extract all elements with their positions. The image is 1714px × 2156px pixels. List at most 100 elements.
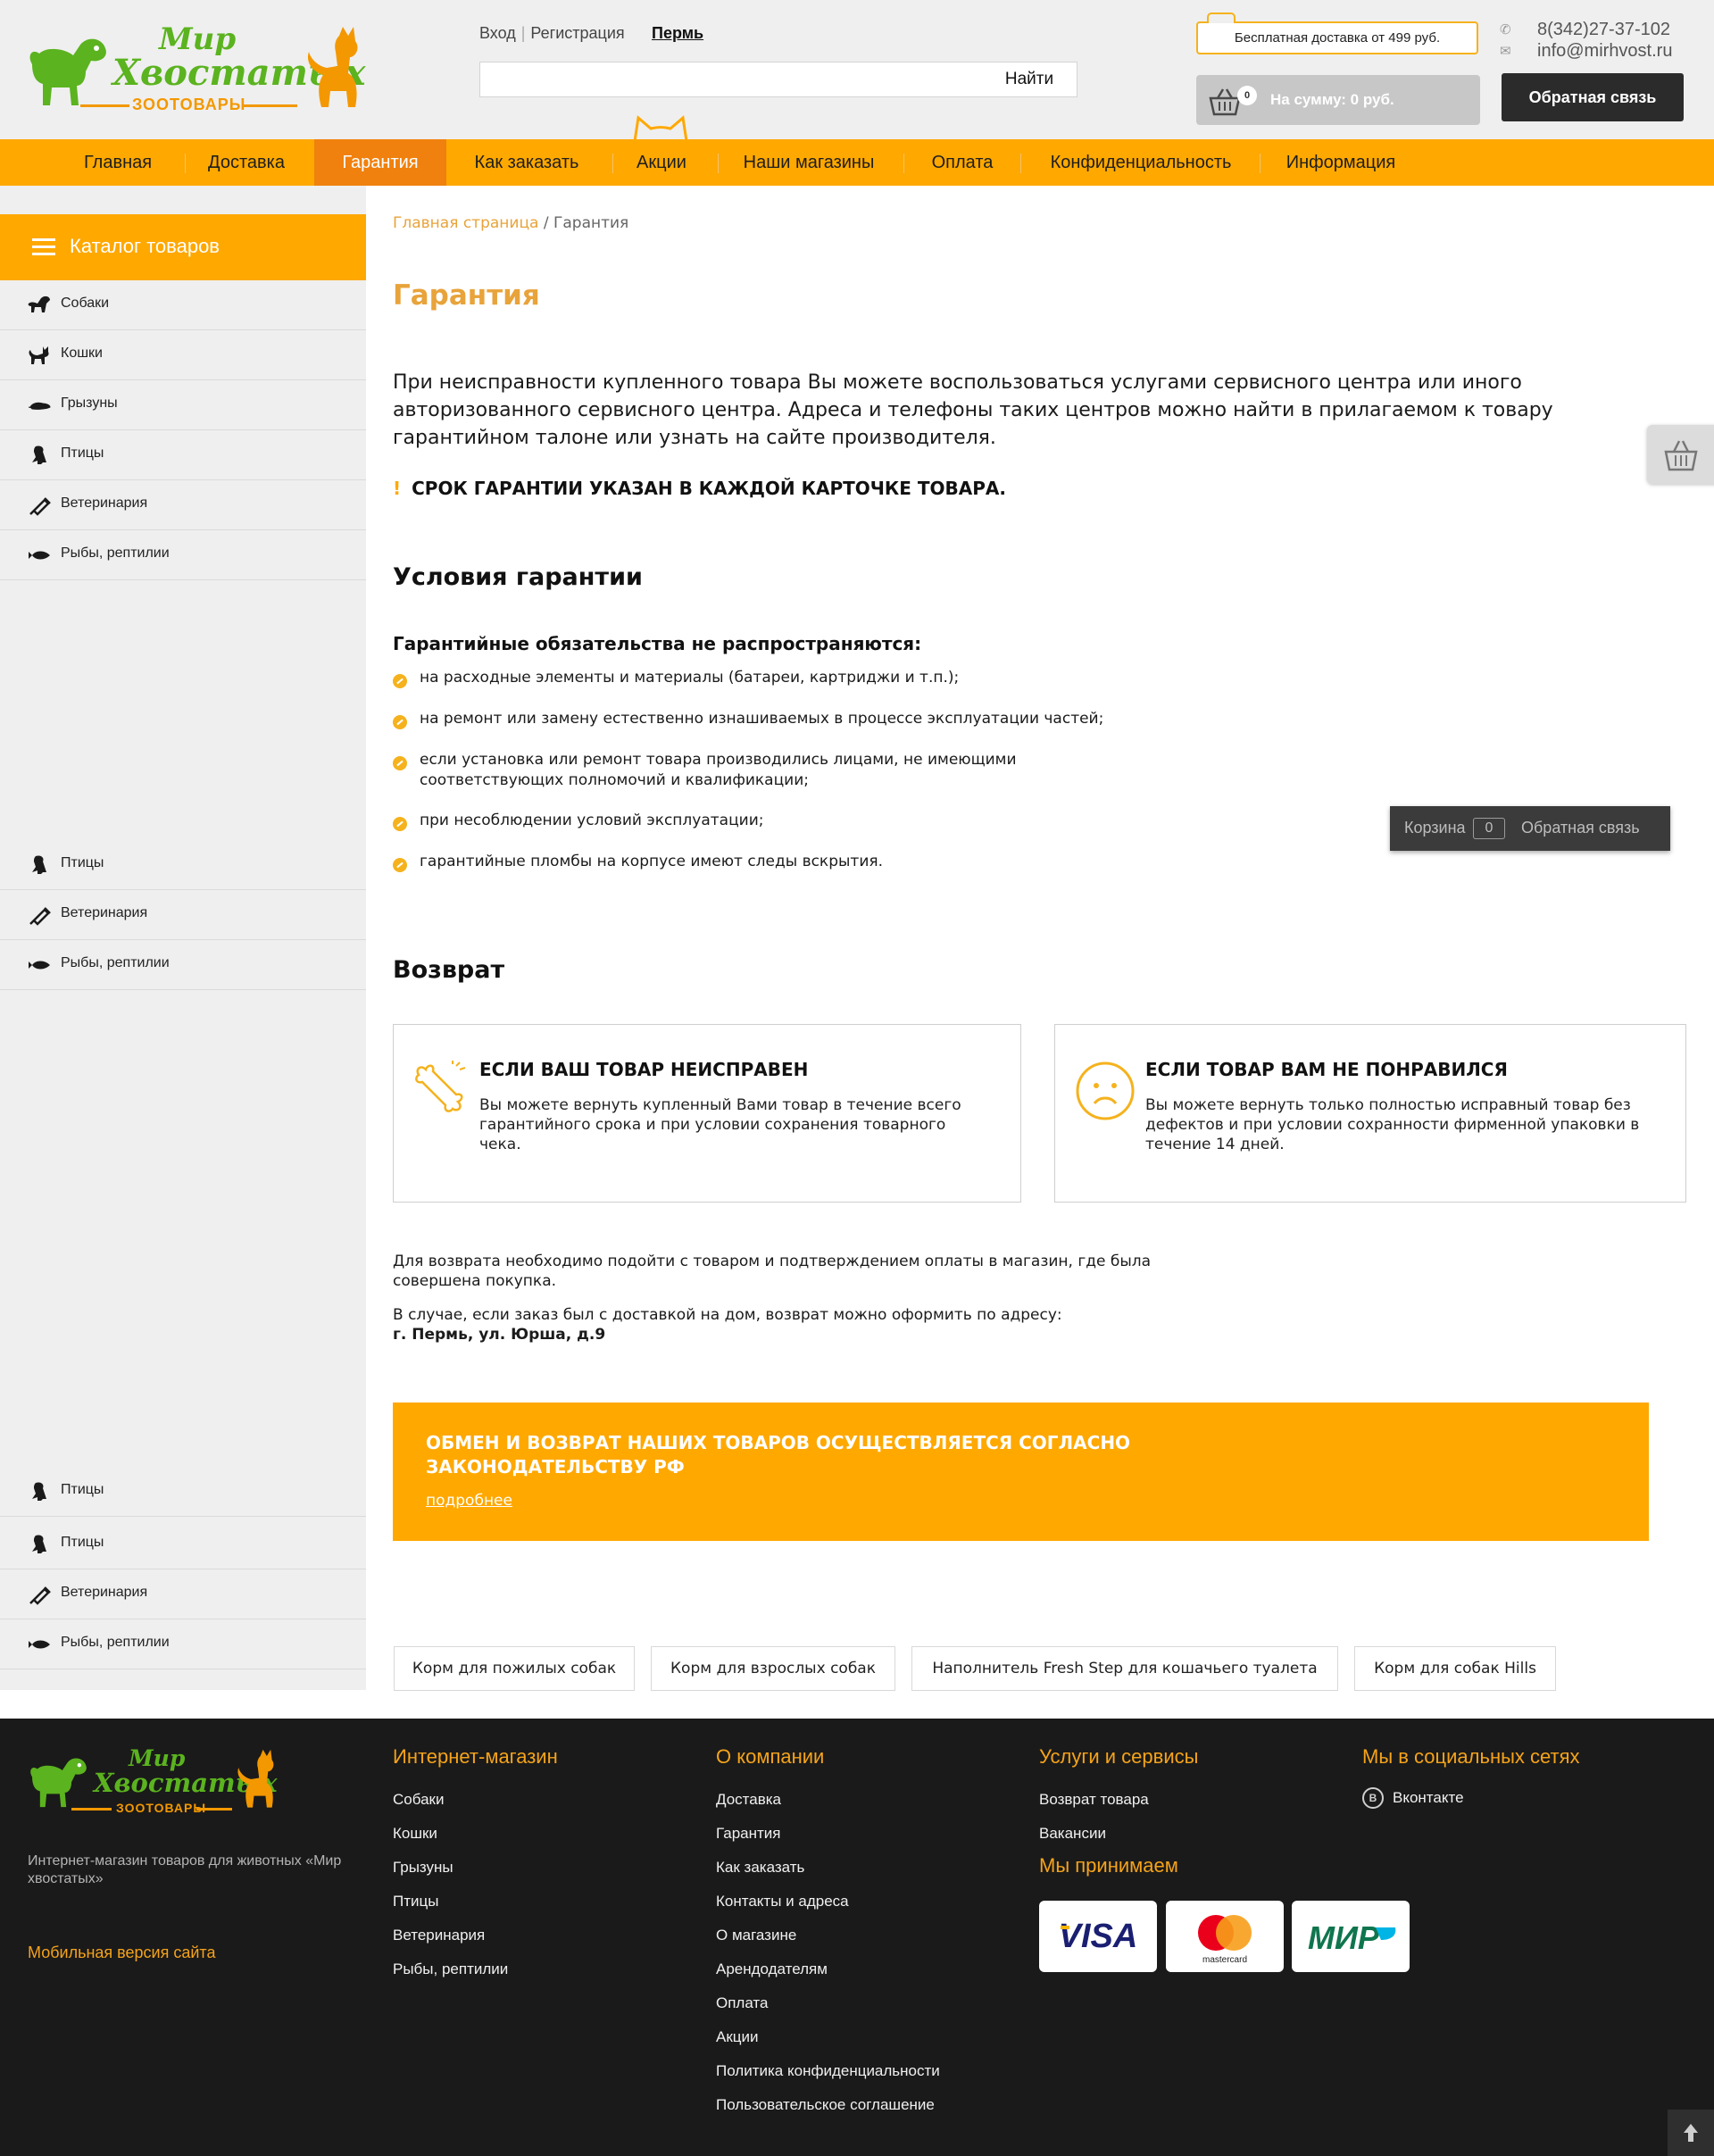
- footer-link[interactable]: Политика конфиденциальности: [716, 2054, 940, 2088]
- nav-divider: [612, 154, 613, 173]
- footer-link[interactable]: Арендодателям: [716, 1952, 940, 1986]
- footer-link[interactable]: Рыбы, рептилии: [393, 1952, 558, 1986]
- footer-link[interactable]: Грызуны: [393, 1851, 558, 1885]
- footer-link[interactable]: Контакты и адреса: [716, 1885, 940, 1919]
- site-logo[interactable]: Мир Хвостатых ЗООТОВАРЫ: [25, 20, 369, 118]
- sidebar-item-birds[interactable]: Птицы: [0, 1467, 366, 1517]
- return-info-text: Для возврата необходимо подойти с товаро…: [393, 1253, 1152, 1290]
- syringe-icon: [29, 497, 51, 516]
- sidebar-item-rodents[interactable]: Грызуны: [0, 380, 366, 430]
- mir-icon: МИР: [1308, 1919, 1396, 1956]
- site-header: Мир Хвостатых ЗООТОВАРЫ Вход | Регистрация…: [0, 0, 1714, 139]
- nav-item-dostavka[interactable]: Доставка: [195, 139, 298, 186]
- phone-icon: ✆: [1500, 22, 1511, 37]
- sidebar-item-fish[interactable]: Рыбы, рептилии: [0, 1619, 366, 1669]
- list-item-text: на расходные элементы и материалы (батар…: [420, 669, 960, 687]
- city-selector[interactable]: Пермь: [652, 24, 703, 43]
- logo-text-zootovary: ЗООТОВАРЫ: [116, 1801, 207, 1815]
- mobile-version-link[interactable]: Мобильная версия сайта: [28, 1944, 215, 1962]
- floating-cart-link[interactable]: Корзина: [1404, 819, 1466, 837]
- nav-item-informaciya[interactable]: Информация: [1271, 139, 1410, 186]
- catalog-title: Каталог товаров: [70, 235, 220, 257]
- phone-number[interactable]: 8(342)27-37-102: [1537, 20, 1670, 39]
- free-shipping-badge: Бесплатная доставка от 499 руб.: [1196, 12, 1478, 54]
- sidebar-item-birds[interactable]: Птицы: [0, 430, 366, 480]
- catalog-toggle[interactable]: Каталог товаров: [0, 214, 366, 280]
- sidebar-item-label: Рыбы, рептилии: [61, 545, 170, 561]
- nav-item-konfidencialnost[interactable]: Конфиденциальность: [1032, 139, 1250, 186]
- sidebar-item-veterinary[interactable]: Ветеринария: [0, 890, 366, 940]
- footer-link[interactable]: Кошки: [393, 1817, 558, 1851]
- footer-link[interactable]: Птицы: [393, 1885, 558, 1919]
- email-link[interactable]: info@mirhvost.ru: [1537, 41, 1672, 61]
- search-button[interactable]: Найти: [982, 62, 1077, 96]
- footer-link[interactable]: Ветеринария: [393, 1919, 558, 1952]
- logo-underline-left: [71, 1808, 112, 1811]
- bird-icon: [32, 1535, 46, 1553]
- header-cart[interactable]: 0 На сумму: 0 руб.: [1196, 75, 1480, 125]
- sidebar-item-label: Птицы: [61, 855, 104, 870]
- footer-link[interactable]: Оплата: [716, 1986, 940, 2020]
- nav-item-oplata[interactable]: Оплата: [914, 139, 1011, 186]
- list-item-text: гарантийные пломбы на корпусе имеют след…: [420, 853, 883, 870]
- footer-column-title: Интернет-магазин: [393, 1745, 558, 1768]
- sidebar-item-fish[interactable]: Рыбы, рептилии: [0, 530, 366, 580]
- footer-link[interactable]: Акции: [716, 2020, 940, 2054]
- floating-feedback-link[interactable]: Обратная связь: [1521, 819, 1640, 837]
- footer-link[interactable]: Возврат товара: [1039, 1783, 1198, 1817]
- sidebar-item-birds[interactable]: Птицы: [0, 1519, 366, 1569]
- sidebar-item-dogs[interactable]: Собаки: [0, 280, 366, 330]
- footer-column-title: О компании: [716, 1745, 825, 1768]
- note-text: СРОК ГАРАНТИИ УКАЗАН В КАЖДОЙ КАРТОЧКЕ Т…: [412, 478, 1006, 499]
- scroll-to-top-button[interactable]: [1668, 2110, 1714, 2156]
- auth-links: Вход | Регистрация Пермь: [479, 24, 703, 43]
- return-card-defective: ЕСЛИ ВАШ ТОВАР НЕИСПРАВЕН Вы можете верн…: [393, 1024, 1021, 1203]
- register-link[interactable]: Регистрация: [530, 24, 624, 42]
- footer-column-company: О компании Доставка Гарантия Как заказат…: [716, 1745, 940, 2122]
- sidebar-item-fish[interactable]: Рыбы, рептилии: [0, 940, 366, 990]
- tag-button[interactable]: Корм для собак Hills: [1354, 1646, 1556, 1691]
- search-input[interactable]: [480, 62, 980, 96]
- nav-item-nashi-magaziny[interactable]: Наши магазины: [728, 139, 889, 186]
- sidebar-item-veterinary[interactable]: Ветеринария: [0, 1569, 366, 1619]
- footer-column-title: Услуги и сервисы: [1039, 1745, 1199, 1768]
- login-link[interactable]: Вход: [479, 24, 516, 42]
- warranty-note: ! СРОК ГАРАНТИИ УКАЗАН В КАЖДОЙ КАРТОЧКЕ …: [393, 478, 1006, 499]
- tag-button[interactable]: Наполнитель Fresh Step для кошачьего туа…: [911, 1646, 1338, 1691]
- sidebar-item-birds[interactable]: Птицы: [0, 840, 366, 890]
- footer-link[interactable]: Как заказать: [716, 1851, 940, 1885]
- vk-link[interactable]: B Вконтакте: [1362, 1786, 1464, 1811]
- rodent-icon: [28, 402, 51, 410]
- footer-link[interactable]: Гарантия: [716, 1817, 940, 1851]
- footer-link[interactable]: Вакансии: [1039, 1817, 1198, 1851]
- check-bullet-icon: [393, 817, 407, 831]
- hamburger-icon: [32, 238, 55, 256]
- nav-item-kak-zakazat[interactable]: Как заказать: [457, 139, 596, 186]
- floating-cart-count: 0: [1473, 818, 1505, 839]
- footer-link[interactable]: Собаки: [393, 1783, 558, 1817]
- sidebar-item-label: Ветеринария: [61, 1585, 148, 1600]
- return-heading: Возврат: [393, 956, 505, 984]
- tag-button[interactable]: Корм для взрослых собак: [651, 1646, 895, 1691]
- sidebar-item-cats[interactable]: Кошки: [0, 330, 366, 380]
- feedback-button[interactable]: Обратная связь: [1502, 73, 1684, 121]
- side-cart-widget[interactable]: [1647, 425, 1714, 484]
- nav-item-garantiya[interactable]: Гарантия: [314, 139, 446, 186]
- breadcrumb-home-link[interactable]: Главная страница: [393, 214, 538, 232]
- footer-link[interactable]: Доставка: [716, 1783, 940, 1817]
- nav-item-glavnaya[interactable]: Главная: [70, 139, 166, 186]
- tag-button[interactable]: Корм для пожилых собак: [394, 1646, 635, 1691]
- footer-column-shop: Интернет-магазин Собаки Кошки Грызуны Пт…: [393, 1745, 558, 1986]
- sidebar-item-label: Собаки: [61, 296, 110, 311]
- sidebar-item-veterinary[interactable]: Ветеринария: [0, 480, 366, 530]
- nav-item-akcii[interactable]: Акции: [622, 139, 701, 186]
- nav-divider: [185, 154, 186, 173]
- breadcrumb-current: Гарантия: [553, 214, 629, 232]
- sad-face-icon: [1076, 1061, 1135, 1120]
- footer-link[interactable]: О магазине: [716, 1919, 940, 1952]
- nav-divider: [1020, 154, 1021, 173]
- footer-logo[interactable]: Мир Хвостатых ЗООТОВАРЫ: [27, 1745, 295, 1817]
- banner-more-link[interactable]: подробнее: [426, 1492, 512, 1510]
- footer-link[interactable]: Пользовательское соглашение: [716, 2088, 940, 2122]
- sidebar-item-label: Ветеринария: [61, 495, 148, 511]
